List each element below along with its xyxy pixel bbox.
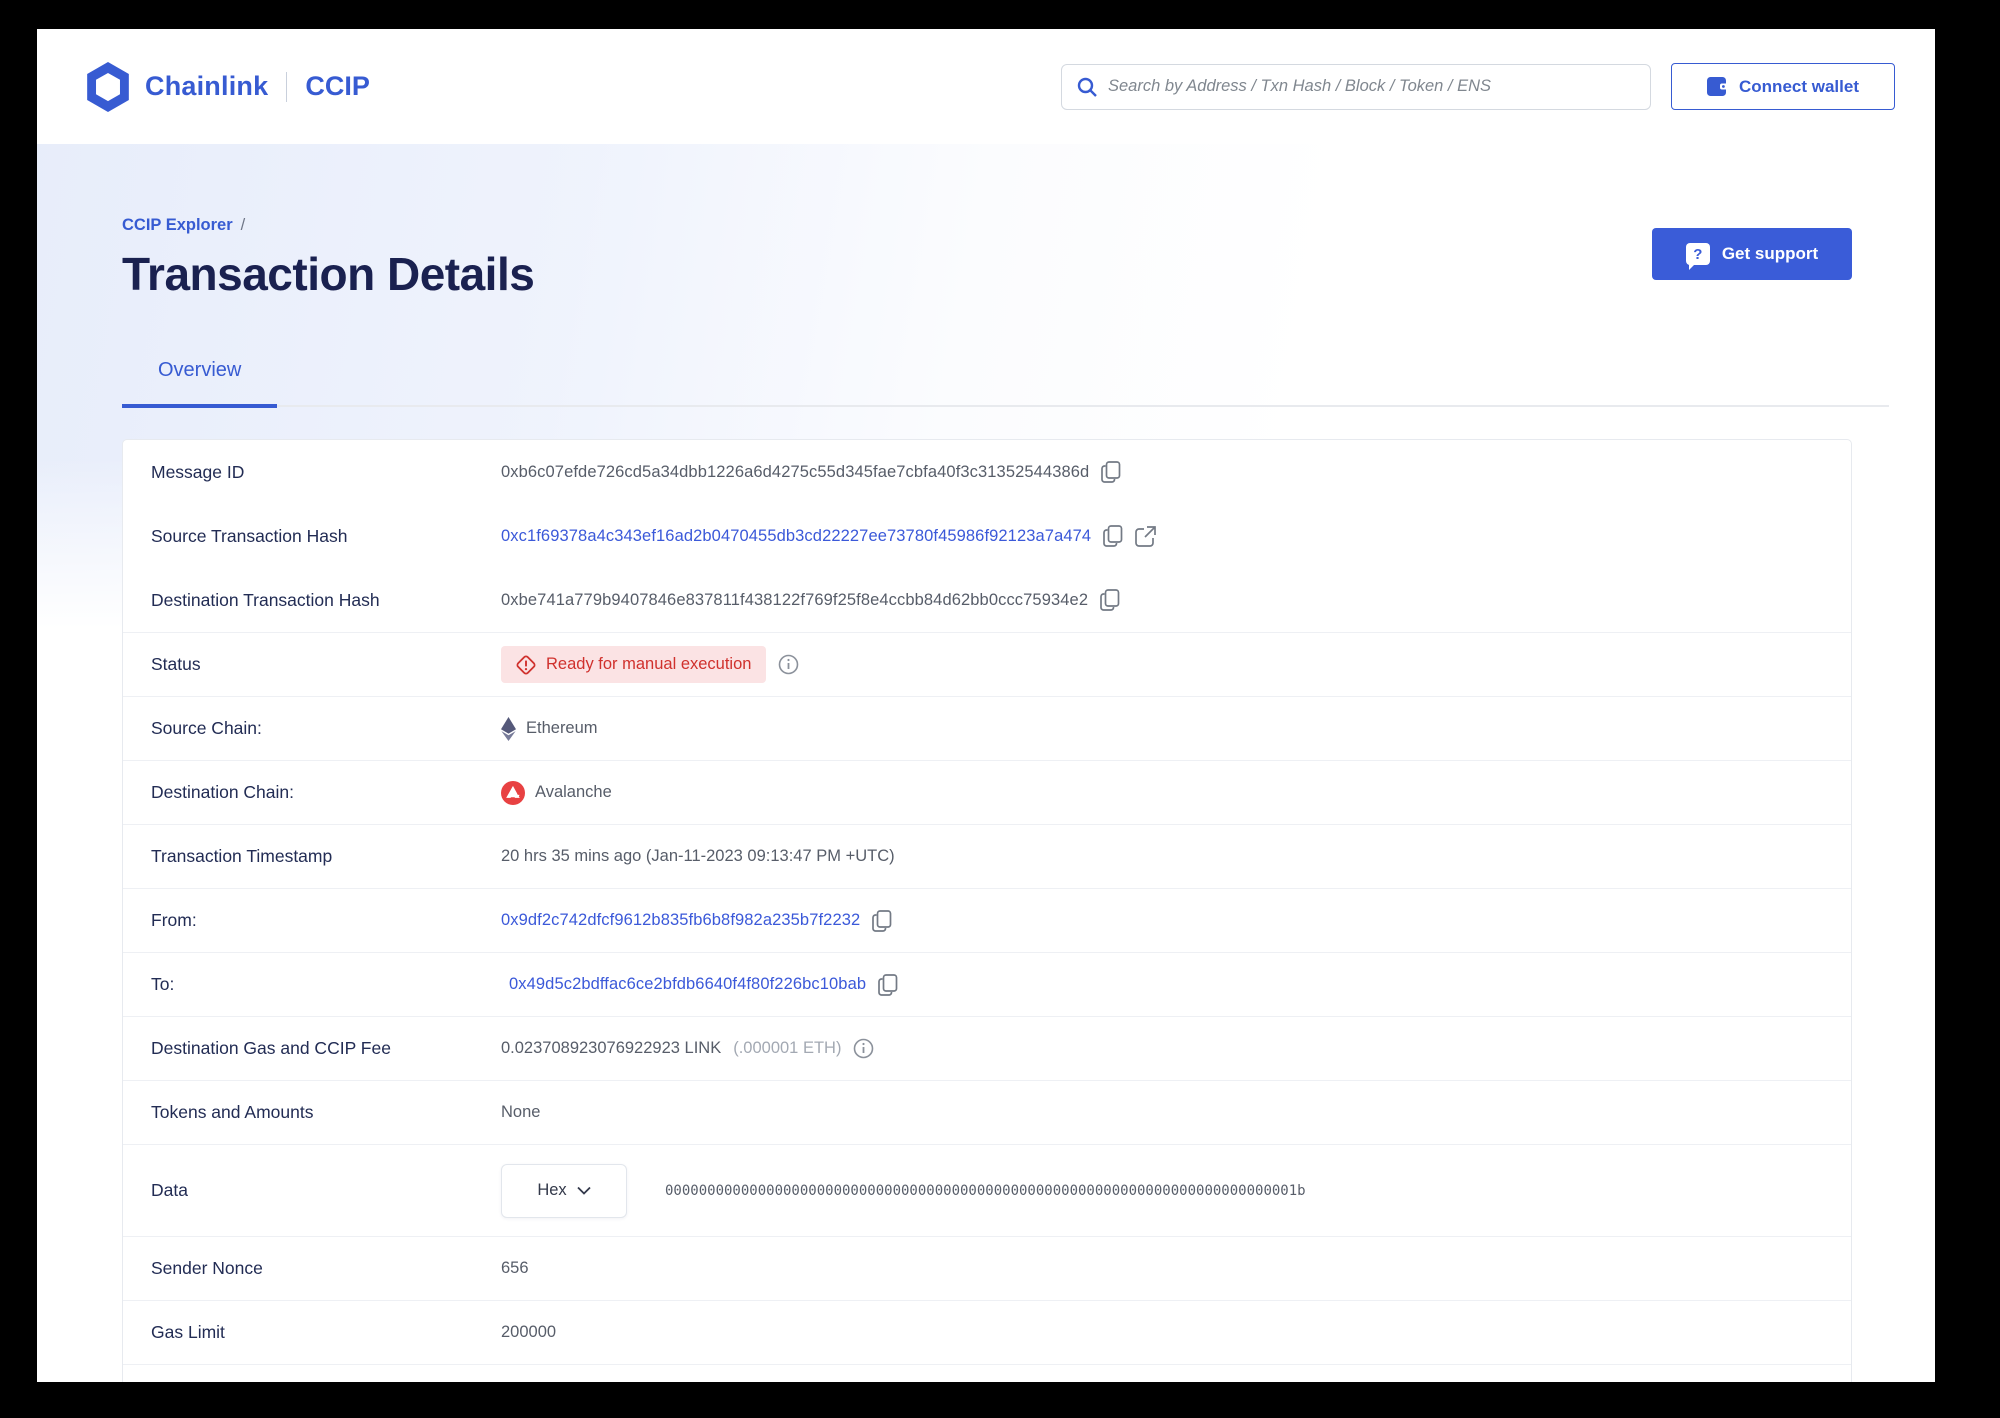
row-transaction-timestamp: Transaction Timestamp 20 hrs 35 mins ago… (123, 824, 1851, 888)
row-destination-chain: Destination Chain: Avalanche (123, 760, 1851, 824)
row-label: Message ID (151, 461, 245, 482)
sender-nonce-value: 656 (501, 1259, 529, 1277)
row-partial-cutoff (123, 1364, 1851, 1382)
tab-bar: Overview (122, 359, 1889, 408)
to-address-link[interactable]: 0x49d5c2bdffac6ce2bfdb6640f4f80f226bc10b… (509, 975, 866, 994)
row-destination-transaction-hash: Destination Transaction Hash 0xbe741a779… (123, 568, 1851, 632)
brand[interactable]: Chainlink CCIP (85, 61, 370, 112)
from-address-link[interactable]: 0x9df2c742dfcf9612b835fb6b8f982a235b7f22… (501, 911, 860, 930)
row-source-chain: Source Chain: Ethereum (123, 696, 1851, 760)
info-icon[interactable] (853, 1038, 874, 1059)
breadcrumb-separator: / (240, 216, 246, 234)
destination-transaction-hash-value: 0xbe741a779b9407846e837811f438122f769f25… (501, 590, 1089, 609)
data-hex-value: 0000000000000000000000000000000000000000… (665, 1182, 1306, 1199)
brand-divider (286, 71, 288, 102)
search-input[interactable] (1108, 77, 1636, 96)
copy-icon[interactable] (872, 909, 892, 932)
row-label: Source Chain: (151, 718, 262, 738)
breadcrumb-ccip-explorer-link[interactable]: CCIP Explorer (122, 216, 233, 235)
brand-product: CCIP (305, 71, 370, 101)
row-tokens-and-amounts: Tokens and Amounts None (123, 1080, 1851, 1144)
row-source-transaction-hash: Source Transaction Hash 0xc1f69378a4c343… (123, 504, 1851, 568)
connect-wallet-label: Connect wallet (1739, 76, 1859, 96)
connect-wallet-button[interactable]: Connect wallet (1671, 63, 1895, 110)
row-label: Destination Transaction Hash (151, 589, 380, 610)
row-label: Gas Limit (151, 1322, 225, 1342)
transaction-timestamp-value: 20 hrs 35 mins ago (Jan-11-2023 09:13:47… (501, 847, 895, 865)
status-badge-label: Ready for manual execution (546, 655, 752, 673)
row-sender-nonce: Sender Nonce 656 (123, 1236, 1851, 1300)
copy-icon[interactable] (878, 973, 898, 996)
question-bubble-icon: ? (1685, 243, 1710, 270)
tokens-and-amounts-value: None (501, 1103, 541, 1121)
ethereum-icon (501, 716, 516, 741)
data-format-select[interactable]: Hex (501, 1163, 627, 1218)
chevron-down-icon (577, 1186, 591, 1195)
get-support-label: Get support (1721, 244, 1819, 263)
get-support-button[interactable]: ? Get support (1652, 228, 1852, 280)
row-label: Source Transaction Hash (151, 525, 348, 546)
row-label: Sender Nonce (151, 1258, 263, 1278)
row-label: Tokens and Amounts (151, 1102, 314, 1122)
tab-overview[interactable]: Overview (122, 359, 278, 408)
row-status: Status Ready for manual execution (123, 632, 1851, 696)
row-label: Destination Gas and CCIP Fee (151, 1038, 391, 1058)
copy-icon[interactable] (1103, 525, 1123, 547)
page-title: Transaction Details (122, 248, 535, 300)
destination-chain-value: Avalanche (535, 783, 612, 801)
row-label: To: (151, 974, 175, 994)
transaction-details-card: Message ID 0xb6c07efde726cd5a34dbb1226a6… (122, 439, 1852, 1382)
app-window: Chainlink CCIP Connect wallet (37, 29, 1935, 1382)
top-navbar: Chainlink CCIP Connect wallet (37, 29, 1935, 144)
copy-icon[interactable] (1100, 589, 1120, 611)
search-bar[interactable] (1061, 63, 1651, 110)
fee-value: 0.023708923076922923 LINK (501, 1039, 722, 1057)
wallet-icon (1707, 77, 1729, 96)
row-label: Transaction Timestamp (151, 846, 333, 866)
row-destination-gas-and-ccip-fee: Destination Gas and CCIP Fee 0.023708923… (123, 1016, 1851, 1080)
brand-name: Chainlink (145, 71, 269, 101)
data-format-selected: Hex (537, 1181, 567, 1199)
row-gas-limit: Gas Limit 200000 (123, 1300, 1851, 1364)
source-transaction-hash-link[interactable]: 0xc1f69378a4c343ef16ad2b0470455db3cd2222… (501, 527, 1091, 546)
row-from: From: 0x9df2c742dfcf9612b835fb6b8f982a23… (123, 888, 1851, 952)
message-id-value: 0xb6c07efde726cd5a34dbb1226a6d4275c55d34… (501, 462, 1090, 481)
main-content: CCIP Explorer / Transaction Details ? Ge… (37, 144, 1935, 1382)
row-label: Status (151, 654, 201, 674)
info-icon[interactable] (778, 654, 799, 675)
source-chain-value: Ethereum (526, 719, 598, 737)
external-link-icon[interactable] (1135, 525, 1157, 547)
gas-limit-value: 200000 (501, 1323, 557, 1341)
avalanche-icon (501, 780, 525, 805)
row-label: From: (151, 910, 197, 930)
chainlink-logo-icon (85, 61, 131, 112)
row-to: To: 0x49d5c2bdffac6ce2bfdb6640f4f80f226b… (123, 952, 1851, 1016)
row-label: Data (151, 1180, 188, 1200)
breadcrumb: CCIP Explorer / (122, 216, 534, 235)
search-icon (1076, 76, 1098, 98)
row-message-id: Message ID 0xb6c07efde726cd5a34dbb1226a6… (123, 440, 1851, 504)
alert-diamond-icon (516, 655, 536, 675)
row-label: Destination Chain: (151, 782, 294, 802)
fee-eth-equivalent: (.000001 ETH) (733, 1039, 842, 1057)
row-data: Data Hex 0000000000000000000000000000000… (123, 1144, 1851, 1236)
status-badge: Ready for manual execution (501, 646, 767, 683)
copy-icon[interactable] (1101, 461, 1121, 483)
